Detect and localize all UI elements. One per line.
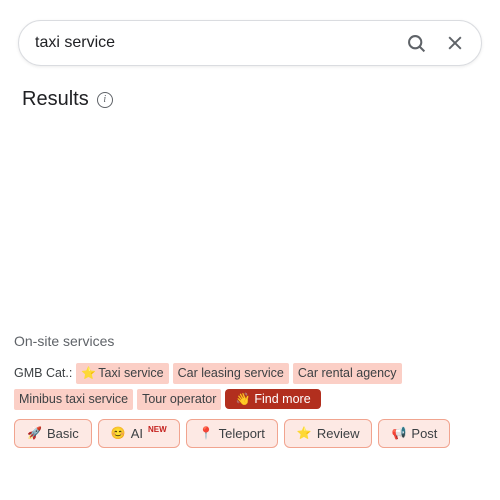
basic-label: Basic	[47, 426, 79, 441]
star-icon: ⭐	[297, 426, 312, 440]
onsite-services-label: On-site services	[14, 333, 486, 349]
search-input[interactable]	[35, 34, 406, 52]
search-container	[0, 0, 500, 66]
wave-icon: 👋	[235, 392, 250, 406]
rocket-icon: 🚀	[27, 426, 42, 440]
blush-icon: 😊	[111, 426, 126, 440]
search-icon[interactable]	[406, 33, 427, 54]
teleport-button[interactable]: 📍 Teleport	[186, 419, 278, 448]
bottom-section: On-site services GMB Cat.: ⭐ Taxi servic…	[14, 333, 486, 448]
category-chip[interactable]: Car rental agency	[293, 363, 402, 384]
results-title: Results	[22, 88, 89, 111]
megaphone-icon: 📢	[391, 426, 406, 440]
action-row: 🚀 Basic 😊 AI NEW 📍 Teleport ⭐ Review 📢 P…	[14, 419, 486, 448]
ai-label: AI	[131, 426, 143, 441]
search-icons	[406, 33, 465, 54]
info-icon[interactable]: i	[97, 92, 113, 108]
results-header: Results i	[0, 66, 500, 111]
find-more-label: Find more	[254, 392, 310, 406]
gmb-prefix: GMB Cat.:	[14, 366, 72, 380]
review-label: Review	[317, 426, 360, 441]
pin-icon: 📍	[199, 426, 214, 440]
post-button[interactable]: 📢 Post	[378, 419, 450, 448]
close-icon[interactable]	[445, 33, 465, 53]
new-badge: NEW	[148, 425, 167, 434]
post-label: Post	[411, 426, 437, 441]
category-chip[interactable]: Tour operator	[137, 389, 221, 410]
star-icon: ⭐	[81, 365, 96, 381]
teleport-label: Teleport	[219, 426, 265, 441]
gmb-category-row-2: Minibus taxi service Tour operator 👋 Fin…	[14, 389, 486, 410]
find-more-button[interactable]: 👋 Find more	[225, 389, 320, 409]
category-chip[interactable]: Minibus taxi service	[14, 389, 133, 410]
ai-button[interactable]: 😊 AI NEW	[98, 419, 180, 448]
review-button[interactable]: ⭐ Review	[284, 419, 373, 448]
basic-button[interactable]: 🚀 Basic	[14, 419, 92, 448]
gmb-category-row-1: GMB Cat.: ⭐ Taxi service Car leasing ser…	[14, 363, 486, 384]
category-label: Taxi service	[98, 365, 163, 382]
category-chip[interactable]: Car leasing service	[173, 363, 289, 384]
category-chip-primary[interactable]: ⭐ Taxi service	[76, 363, 168, 384]
search-box	[18, 20, 482, 66]
